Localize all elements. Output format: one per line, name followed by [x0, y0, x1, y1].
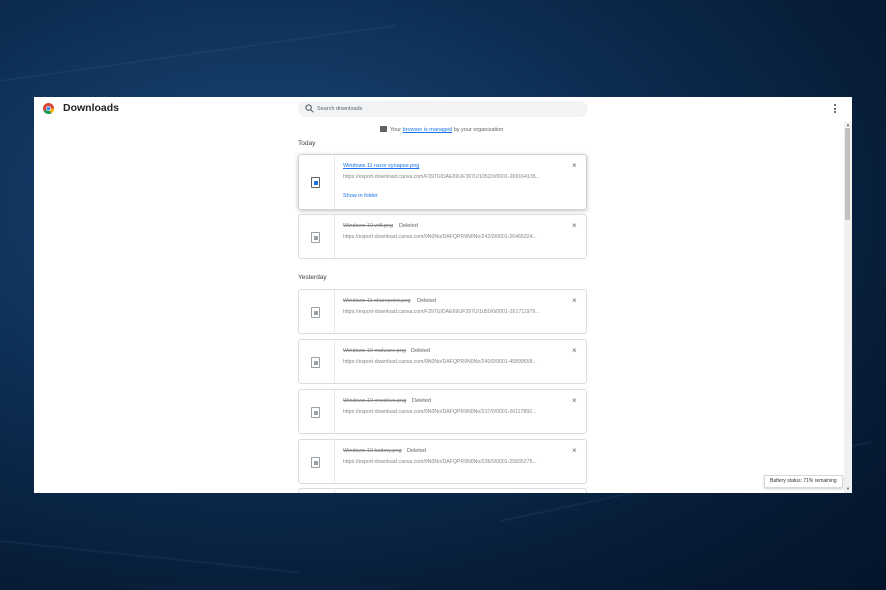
file-name: Windows 10 wifi.png	[343, 223, 394, 229]
app-header: Downloads	[34, 97, 852, 121]
close-icon[interactable]: ×	[572, 397, 577, 405]
close-icon[interactable]: ×	[572, 222, 577, 230]
file-icon	[311, 457, 320, 468]
file-url[interactable]: https://export-download.canva.com/F397U/…	[343, 309, 558, 315]
file-icon	[311, 177, 320, 188]
close-icon[interactable]: ×	[572, 297, 577, 305]
more-vert-icon[interactable]	[834, 104, 837, 114]
status-deleted: Deleted	[417, 298, 436, 304]
close-icon[interactable]: ×	[572, 162, 577, 170]
file-url[interactable]: https://export-download.canva.com/9N0No/…	[343, 359, 558, 365]
download-item-partial[interactable]	[298, 488, 587, 493]
file-url[interactable]: https://export-download.canva.com/9N0No/…	[343, 234, 558, 240]
close-icon[interactable]: ×	[572, 347, 577, 355]
download-item[interactable]: Windows 10 onedrive.png Deleted https://…	[298, 389, 587, 434]
search-input[interactable]	[317, 101, 577, 117]
scroll-down-arrow-icon[interactable]: ▼	[846, 486, 850, 491]
file-name: Windows 10 battery.png	[343, 448, 402, 454]
section-today: Today	[298, 140, 316, 147]
scroll-up-arrow-icon[interactable]: ▲	[846, 122, 850, 127]
search-icon	[305, 104, 314, 113]
show-in-folder-link[interactable]: Show in folder	[343, 193, 378, 199]
managed-prefix: Your	[390, 127, 402, 133]
close-icon[interactable]: ×	[572, 447, 577, 455]
managed-suffix: by your organization	[453, 127, 504, 133]
download-item[interactable]: Windows 10 malware.png Deleted https://e…	[298, 339, 587, 384]
file-icon	[311, 357, 320, 368]
file-name: Windows 11 sharepoint.png	[343, 298, 411, 304]
status-deleted: Deleted	[399, 223, 418, 229]
battery-tooltip: Battery status: 71% remaining	[764, 475, 843, 488]
file-url[interactable]: https://export-download.canva.com/F397U/…	[343, 174, 558, 180]
managed-link[interactable]: browser is managed	[403, 127, 453, 133]
file-url[interactable]: https://export-download.canva.com/9N0No/…	[343, 409, 558, 415]
download-item[interactable]: Windows 11 sharepoint.png Deleted https:…	[298, 289, 587, 334]
managed-notice: Your browser is managed by your organiza…	[380, 126, 503, 133]
download-item[interactable]: Windows 10 battery.png Deleted https://e…	[298, 439, 587, 484]
chrome-logo	[43, 103, 54, 114]
page-title: Downloads	[63, 102, 120, 114]
file-url[interactable]: https://export-download.canva.com/9N0No/…	[343, 459, 558, 465]
search-box[interactable]	[298, 101, 588, 117]
downloads-window: Downloads Your browser is managed by you…	[34, 97, 852, 493]
download-item[interactable]: Windows 11 razor synapse.png https://exp…	[298, 154, 587, 210]
status-deleted: Deleted	[411, 348, 430, 354]
file-name-link[interactable]: Windows 11 razor synapse.png	[343, 163, 419, 169]
download-item[interactable]: Windows 10 wifi.png Deleted https://expo…	[298, 214, 587, 259]
section-yesterday: Yesterday	[298, 274, 327, 281]
file-icon	[311, 232, 320, 243]
scrollbar-thumb[interactable]	[845, 128, 850, 220]
file-icon	[311, 307, 320, 318]
file-icon	[311, 407, 320, 418]
status-deleted: Deleted	[412, 398, 431, 404]
file-name: Windows 10 onedrive.png	[343, 398, 407, 404]
status-deleted: Deleted	[407, 448, 426, 454]
scrollbar[interactable]: ▲ ▼	[844, 122, 852, 493]
building-icon	[380, 126, 387, 132]
file-name: Windows 10 malware.png	[343, 348, 406, 354]
